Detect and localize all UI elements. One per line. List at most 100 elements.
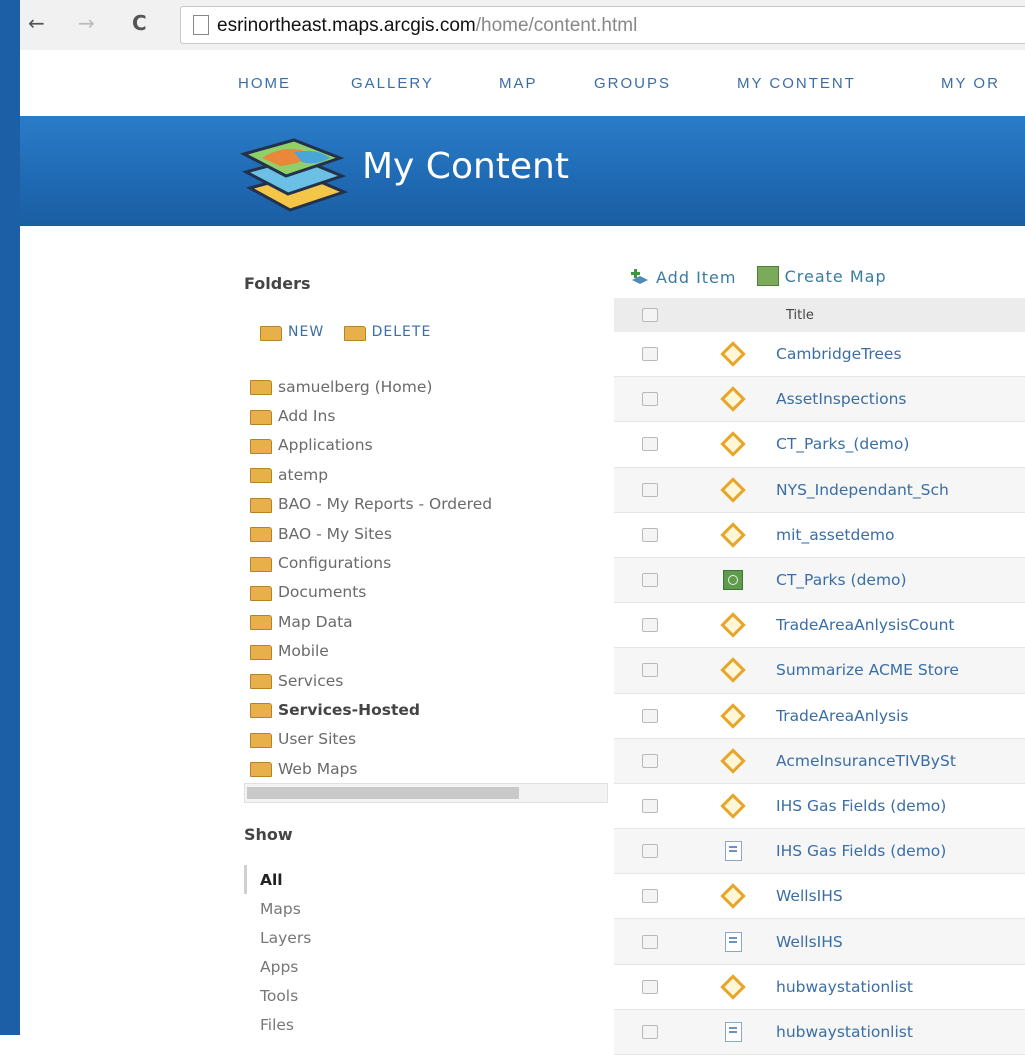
show-filter-all[interactable]: All [244,865,311,894]
folder-horizontal-scrollbar[interactable] [244,783,608,803]
browser-toolbar: ← → C esrinortheast.maps.arcgis.com/home… [20,0,1025,51]
item-title-link[interactable]: TradeAreaAnlysisCount [776,616,1025,634]
table-row[interactable]: hubwaystationlist [614,1009,1025,1055]
nav-home[interactable]: HOME [238,75,291,92]
table-row[interactable]: WellsIHS [614,919,1025,965]
folder-item[interactable]: Services [250,666,492,695]
create-map-button[interactable]: Create Map [756,266,887,286]
nav-gallery[interactable]: GALLERY [351,75,434,92]
feature-layer-icon [720,702,746,729]
feature-layer-icon [720,386,746,413]
row-checkbox[interactable] [642,708,658,723]
nav-my-content[interactable]: MY CONTENT [737,75,856,92]
folder-item[interactable]: Map Data [250,607,492,636]
item-title-link[interactable]: IHS Gas Fields (demo) [776,842,1025,860]
scrollbar-thumb[interactable] [247,787,519,799]
folder-item[interactable]: Documents [250,578,492,607]
item-title-link[interactable]: mit_assetdemo [776,526,1025,544]
item-title-link[interactable]: Summarize ACME Store [776,661,1025,679]
folder-actions: NEW DELETE [260,324,445,344]
item-title-link[interactable]: AssetInspections [776,390,1025,408]
row-checkbox[interactable] [642,482,658,497]
item-title-link[interactable]: AcmeInsuranceTIVBySt [776,752,1025,770]
row-checkbox[interactable] [642,392,658,407]
folder-item[interactable]: samuelberg (Home) [250,372,492,401]
nav-groups[interactable]: GROUPS [594,75,671,92]
row-checkbox[interactable] [642,618,658,633]
item-title-link[interactable]: WellsIHS [776,933,1025,951]
row-checkbox[interactable] [642,1024,658,1039]
row-checkbox[interactable] [642,527,658,542]
row-checkbox[interactable] [642,934,658,949]
folder-item[interactable]: Web Maps [250,754,492,783]
item-title-link[interactable]: TradeAreaAnlysis [776,707,1025,725]
forward-button[interactable]: → [78,10,95,36]
table-header: Title [614,298,1025,332]
show-filter-layers[interactable]: Layers [244,923,311,952]
new-folder-label: NEW [288,324,325,340]
url-text[interactable]: esrinortheast.maps.arcgis.com/home/conte… [217,15,637,37]
table-row[interactable]: AcmeInsuranceTIVBySt [614,738,1025,784]
table-row[interactable]: CT_Parks (demo) [614,557,1025,604]
show-heading: Show [244,825,293,844]
table-row[interactable]: AssetInspections [614,377,1025,423]
folder-item[interactable]: atemp [250,460,492,489]
table-row[interactable]: WellsIHS [614,874,1025,920]
folder-item[interactable]: Mobile [250,637,492,666]
feature-layer-icon [720,431,746,458]
table-row[interactable]: TradeAreaAnlysis [614,694,1025,739]
table-row[interactable]: NYS_Independant_Sch [614,467,1025,513]
table-row[interactable]: CambridgeTrees [614,332,1025,378]
title-column-header[interactable]: Title [786,308,1025,323]
select-all-checkbox[interactable] [642,308,658,322]
folder-label: BAO - My Sites [278,524,392,543]
row-checkbox[interactable] [642,437,658,452]
row-checkbox[interactable] [642,573,658,588]
folder-item[interactable]: Configurations [250,548,492,577]
table-row[interactable]: IHS Gas Fields (demo) [614,784,1025,830]
nav-my-organization[interactable]: MY OR [941,75,1000,92]
new-folder-button[interactable]: NEW [260,324,325,341]
row-checkbox[interactable] [642,663,658,678]
folder-icon [250,732,272,748]
folder-item-selected[interactable]: Services-Hosted [250,695,492,724]
row-checkbox[interactable] [642,844,658,859]
row-checkbox[interactable] [642,798,658,813]
item-title-link[interactable]: CT_Parks_(demo) [776,435,1025,453]
show-filter-tools[interactable]: Tools [244,981,311,1010]
folder-item[interactable]: BAO - My Sites [250,519,492,548]
item-title-link[interactable]: hubwaystationlist [776,978,1025,996]
show-filter-apps[interactable]: Apps [244,952,311,981]
add-item-button[interactable]: Add Item [630,268,736,287]
item-title-link[interactable]: CT_Parks (demo) [776,571,1025,589]
item-title-link[interactable]: hubwaystationlist [776,1023,1025,1041]
item-title-link[interactable]: WellsIHS [776,887,1025,905]
table-row[interactable]: TradeAreaAnlysisCount [614,603,1025,649]
item-title-link[interactable]: CambridgeTrees [776,345,1025,363]
back-button[interactable]: ← [28,10,45,36]
folder-item[interactable]: Applications [250,431,492,460]
row-checkbox[interactable] [642,753,658,768]
show-filter-maps[interactable]: Maps [244,894,311,923]
row-checkbox[interactable] [642,979,658,994]
item-title-link[interactable]: IHS Gas Fields (demo) [776,797,1025,815]
create-map-icon [756,266,779,286]
reload-button[interactable]: C [132,10,147,36]
url-path: /home/content.html [475,15,638,36]
nav-map[interactable]: MAP [499,75,538,92]
delete-folder-button[interactable]: DELETE [343,324,432,341]
table-body: CambridgeTrees AssetInspections CT_Parks… [614,332,1025,1055]
table-row[interactable]: hubwaystationlist [614,965,1025,1010]
table-row[interactable]: Summarize ACME Store [614,648,1025,694]
row-checkbox[interactable] [642,889,658,904]
table-row[interactable]: CT_Parks_(demo) [614,422,1025,468]
item-title-link[interactable]: NYS_Independant_Sch [776,481,1025,499]
row-checkbox[interactable] [642,347,658,362]
folder-item[interactable]: User Sites [250,725,492,754]
table-row[interactable]: mit_assetdemo [614,513,1025,558]
folder-icon [250,703,272,719]
folder-item[interactable]: BAO - My Reports - Ordered [250,490,492,519]
table-row[interactable]: IHS Gas Fields (demo) [614,829,1025,875]
address-bar[interactable]: esrinortheast.maps.arcgis.com/home/conte… [180,6,1025,44]
folder-item[interactable]: Add Ins [250,401,492,430]
